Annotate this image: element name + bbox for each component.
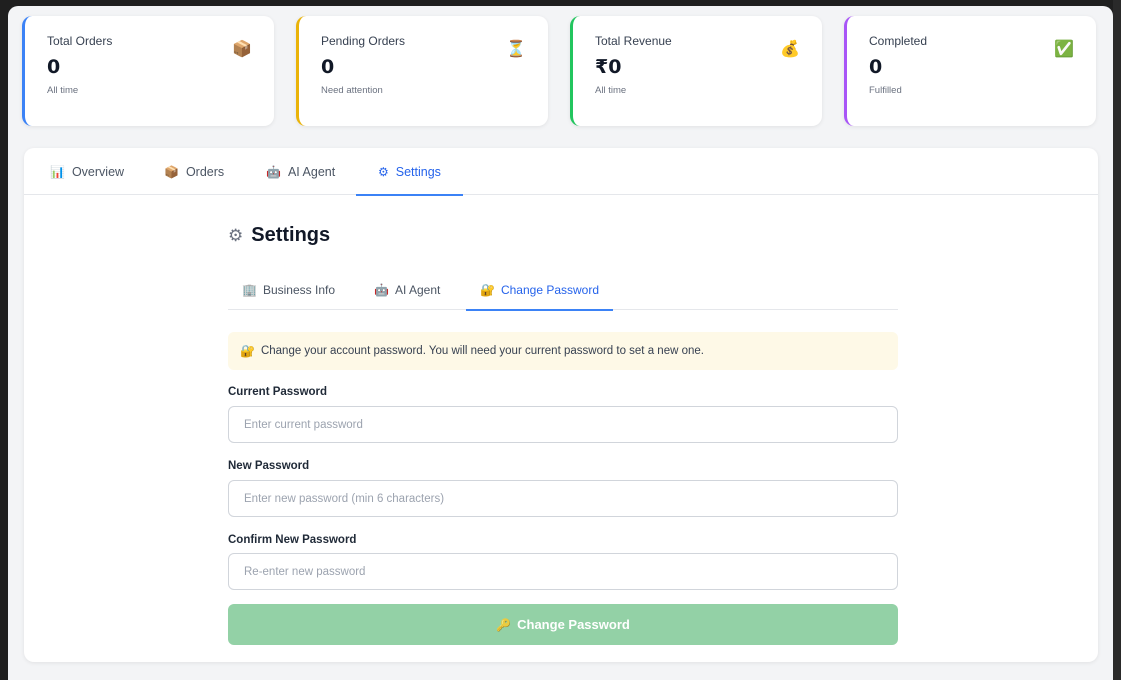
stat-value: 0 [47, 56, 61, 78]
current-password-field[interactable] [228, 406, 898, 443]
stat-card-total-revenue: Total Revenue ₹0 All time 💰 [570, 16, 822, 126]
settings-subtabs: 🏢 Business Info 🤖 AI Agent 🔐 Change Pass… [228, 270, 898, 311]
stat-value: 0 [869, 56, 883, 78]
tab-overview[interactable]: 📊 Overview [48, 148, 126, 195]
subtab-ai-agent[interactable]: 🤖 AI Agent [374, 270, 440, 310]
button-label: Change Password [517, 617, 630, 632]
gear-icon: ⚙ [228, 225, 244, 246]
hourglass-icon: ⏳ [506, 38, 526, 58]
check-mark-icon: ✅ [1054, 38, 1074, 58]
package-icon: 📦 [232, 38, 252, 58]
stat-subtext: Fulfilled [869, 85, 902, 96]
tab-label: Settings [395, 164, 441, 179]
stat-value: ₹0 [595, 56, 622, 78]
stat-subtext: Need attention [321, 85, 383, 96]
app-screen: Total Orders 0 All time 📦 Pending Orders… [8, 6, 1113, 680]
lock-key-icon: 🔐 [480, 283, 495, 297]
info-notice: 🔐 Change your account password. You will… [228, 332, 898, 370]
lock-key-icon: 🔐 [240, 344, 255, 358]
gear-icon: ⚙ [378, 164, 389, 179]
new-password-field[interactable] [228, 480, 898, 517]
stats-row: Total Orders 0 All time 📦 Pending Orders… [22, 16, 1102, 134]
change-password-button[interactable]: 🔑 Change Password [228, 604, 898, 645]
main-panel: 📊 Overview 📦 Orders 🤖 AI Agent ⚙ Setting… [24, 148, 1098, 662]
stat-subtext: All time [595, 85, 627, 96]
notice-text: Change your account password. You will n… [260, 345, 704, 357]
stat-card-completed: Completed 0 Fulfilled ✅ [844, 16, 1096, 126]
robot-icon: 🤖 [266, 164, 281, 179]
subtab-business-info[interactable]: 🏢 Business Info [242, 270, 335, 310]
window-edge [1113, 0, 1121, 680]
bar-chart-icon: 📊 [50, 164, 65, 179]
stat-value: 0 [321, 56, 335, 78]
confirm-password-label: Confirm New Password [228, 534, 357, 546]
page-title-text: Settings [251, 224, 331, 246]
subtab-label: AI Agent [394, 283, 441, 297]
stat-subtext: All time [47, 85, 79, 96]
subtab-label: Business Info [262, 283, 335, 297]
subtab-change-password[interactable]: 🔐 Change Password [465, 270, 614, 311]
robot-icon: 🤖 [374, 283, 389, 297]
stat-label: Completed [869, 34, 928, 48]
tab-orders[interactable]: 📦 Orders [162, 148, 226, 195]
money-bag-icon: 💰 [780, 38, 800, 58]
stat-label: Total Orders [47, 34, 113, 48]
stat-label: Pending Orders [321, 34, 406, 48]
confirm-password-field[interactable] [228, 553, 898, 590]
tab-label: Overview [71, 164, 125, 179]
tab-settings[interactable]: ⚙ Settings [356, 148, 463, 196]
tab-ai-agent[interactable]: 🤖 AI Agent [264, 148, 337, 195]
tab-label: AI Agent [287, 164, 336, 179]
subtab-label: Change Password [500, 283, 600, 297]
stat-card-pending-orders: Pending Orders 0 Need attention ⏳ [296, 16, 548, 126]
building-icon: 🏢 [242, 283, 257, 297]
current-password-label: Current Password [228, 386, 328, 398]
key-icon: 🔑 [496, 617, 512, 632]
page-title: ⚙ Settings [228, 224, 330, 247]
new-password-label: New Password [228, 460, 310, 472]
package-icon: 📦 [164, 164, 179, 179]
stat-card-total-orders: Total Orders 0 All time 📦 [22, 16, 274, 126]
main-tabs: 📊 Overview 📦 Orders 🤖 AI Agent ⚙ Setting… [24, 148, 1098, 196]
stat-label: Total Revenue [595, 34, 672, 48]
tab-label: Orders [185, 164, 225, 179]
